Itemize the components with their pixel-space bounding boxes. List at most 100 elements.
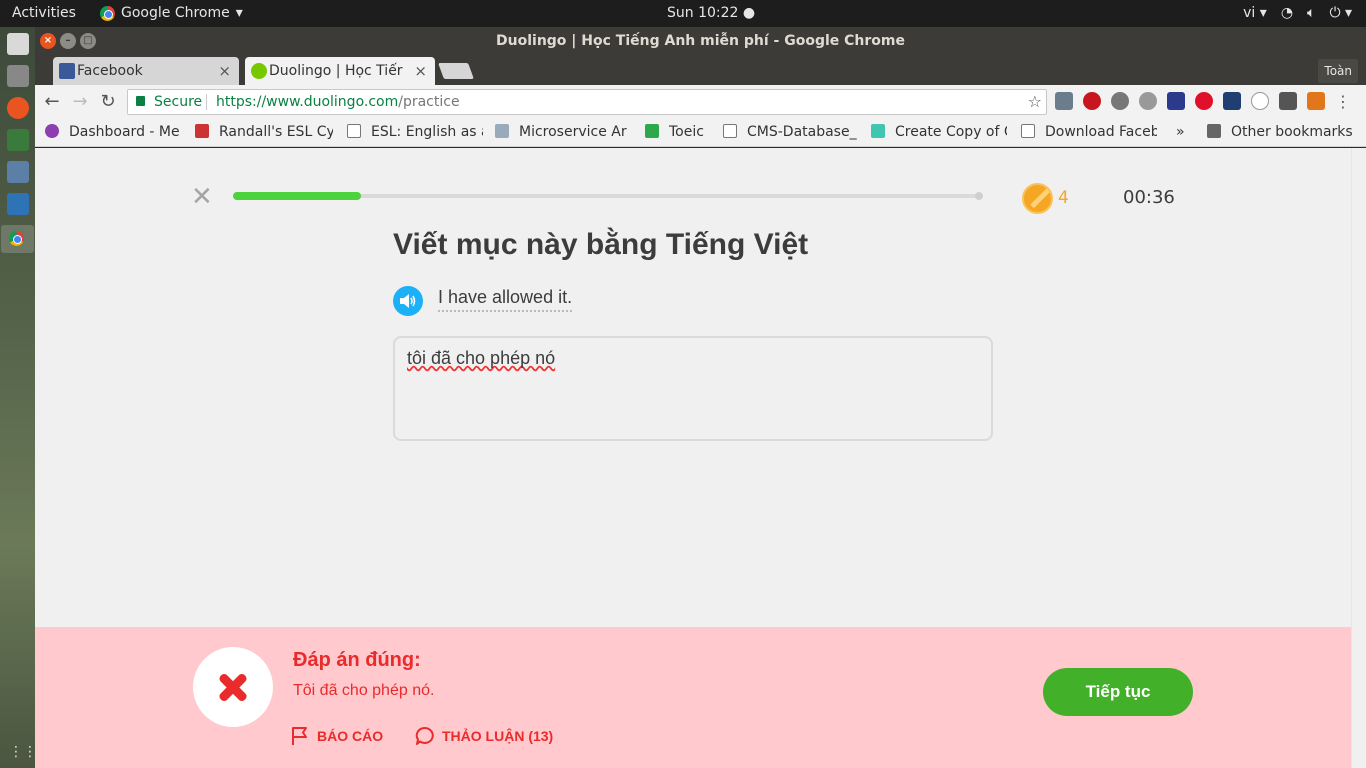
incorrect-x-icon: [193, 647, 273, 727]
terminal-icon[interactable]: [6, 129, 29, 151]
menu-kebab-icon[interactable]: ⋮: [1335, 92, 1351, 111]
feedback-panel: Đáp án đúng: Tôi đã cho phép nó. BÁO CÁO…: [35, 627, 1351, 768]
tab-strip: Facebook × Duolingo | Học Tiếr × Toàn: [35, 55, 1366, 85]
quit-lesson-close-icon[interactable]: ✕: [191, 184, 213, 210]
coin-count: 4: [1058, 188, 1069, 208]
reload-icon[interactable]: ↻: [97, 91, 119, 113]
bookmark-item[interactable]: Download Faceb: [1021, 124, 1157, 140]
duolingo-icon: [251, 63, 267, 79]
profile-button[interactable]: Toàn: [1318, 59, 1358, 83]
browser-toolbar: ← → ↻ Secure https://www.duolingo.com/pr…: [35, 85, 1366, 119]
tab-label: Facebook: [77, 63, 143, 79]
language-indicator[interactable]: vi ▾: [1243, 5, 1267, 21]
tab-duolingo[interactable]: Duolingo | Học Tiếr ×: [245, 57, 435, 85]
app-menu[interactable]: Google Chrome ▾: [100, 5, 243, 21]
continue-button[interactable]: Tiếp tục: [1043, 668, 1193, 716]
close-tab-icon[interactable]: ×: [218, 57, 231, 85]
chrome-dock-icon[interactable]: [1, 225, 34, 253]
j-extension-icon[interactable]: [1223, 92, 1241, 110]
bookmark-item[interactable]: Dashboard - Me: [45, 124, 181, 140]
bookmark-item[interactable]: ESL: English as a: [347, 124, 483, 140]
activities-button[interactable]: Activities: [12, 5, 76, 21]
software-center-icon[interactable]: [6, 97, 29, 119]
bookmark-label: Toeic: [669, 124, 704, 140]
facebook-icon: [59, 63, 75, 79]
extensions-bar: ⋮: [1055, 92, 1351, 111]
maximize-window-button[interactable]: □: [80, 33, 96, 49]
window-controls: × – □: [40, 33, 96, 49]
launcher-dock: ⋮⋮: [0, 27, 37, 768]
bookmark-favicon-icon: [495, 124, 509, 138]
system-tray[interactable]: vi ▾ ◔ 🔈︎ ⏻ ▾: [1243, 5, 1352, 21]
circle-extension-icon[interactable]: [1251, 92, 1269, 110]
cast-extension-icon[interactable]: [1279, 92, 1297, 110]
secure-label: Secure: [154, 94, 203, 110]
lingot-coin-icon: [1022, 183, 1053, 214]
clock-label: Sun 10:22: [667, 5, 739, 21]
adblock-extension-icon[interactable]: [1083, 92, 1101, 110]
d-extension-icon[interactable]: [1167, 92, 1185, 110]
bookmark-label: Create Copy of C: [895, 124, 1007, 140]
other-bookmarks-folder[interactable]: Other bookmarks: [1207, 124, 1353, 140]
volume-icon[interactable]: 🔈︎: [1307, 5, 1315, 21]
eyedropper-extension-icon[interactable]: [1055, 92, 1073, 110]
vscode-icon[interactable]: [6, 193, 29, 215]
red-extension-icon[interactable]: [1195, 92, 1213, 110]
bookmark-item[interactable]: Toeic: [645, 124, 711, 140]
chrome-icon: [100, 5, 115, 21]
bookmark-item[interactable]: Create Copy of C: [871, 124, 1007, 140]
database-icon[interactable]: [6, 161, 29, 183]
prompt-sentence[interactable]: I have allowed it.: [438, 287, 573, 312]
text-editor-icon[interactable]: [6, 33, 29, 55]
clock[interactable]: Sun 10:22 ●: [667, 5, 755, 21]
url-path: /practice: [398, 94, 460, 110]
gear-extension-icon[interactable]: [1139, 92, 1157, 110]
play-audio-button[interactable]: [393, 286, 423, 316]
window-titlebar: × – □ Duolingo | Học Tiếng Anh miễn phí …: [35, 27, 1366, 55]
chrome-icon: [9, 231, 24, 246]
bookmark-favicon-icon: [195, 124, 209, 138]
page-scrollbar[interactable]: [1351, 148, 1366, 768]
bookmark-item[interactable]: CMS-Database_: [723, 124, 859, 140]
folder-icon: [1207, 124, 1221, 138]
close-tab-icon[interactable]: ×: [414, 57, 427, 85]
bookmark-favicon-icon: [45, 124, 59, 138]
answer-textarea[interactable]: tôi đã cho phép nó: [393, 336, 993, 441]
wifi-icon[interactable]: ◔: [1281, 5, 1293, 21]
url-host: https://www.duolingo.com: [216, 94, 399, 110]
instruction-heading: Viết mục này bằng Tiếng Việt: [393, 228, 809, 261]
close-window-button[interactable]: ×: [40, 33, 56, 49]
bookmark-favicon-icon: [645, 124, 659, 138]
bookmark-item[interactable]: Randall's ESL Cy: [195, 124, 333, 140]
discuss-button[interactable]: THẢO LUẬN (13): [414, 726, 553, 746]
answer-text: tôi đã cho phép nó: [407, 348, 556, 368]
address-bar[interactable]: Secure https://www.duolingo.com/practice…: [127, 89, 1047, 115]
settings-extension-icon[interactable]: [1111, 92, 1129, 110]
bookmark-label: ESL: English as a: [371, 124, 483, 140]
bookmark-label: Other bookmarks: [1231, 124, 1353, 140]
progress-fill: [233, 192, 361, 200]
more-bookmarks-button[interactable]: »: [1176, 124, 1185, 140]
chevron-down-icon: ▾: [235, 5, 243, 21]
bookmark-item[interactable]: Microservice Ar: [495, 124, 631, 140]
tab-facebook[interactable]: Facebook ×: [53, 57, 239, 85]
bookmark-label: CMS-Database_: [747, 124, 857, 140]
app-grid-icon[interactable]: ⋮⋮: [9, 744, 37, 760]
report-button[interactable]: BÁO CÁO: [291, 726, 383, 746]
bookmark-star-icon[interactable]: ☆: [1028, 90, 1042, 114]
bookmark-label: Download Faceb: [1045, 124, 1157, 140]
language-label: vi: [1243, 5, 1256, 21]
minimize-window-button[interactable]: –: [60, 33, 76, 49]
back-arrow-icon[interactable]: ←: [41, 91, 63, 113]
speaker-icon: [400, 294, 416, 308]
power-icon[interactable]: ⏻ ▾: [1329, 5, 1352, 21]
bookmarks-bar: Dashboard - Me Randall's ESL Cy ESL: Eng…: [35, 119, 1366, 147]
tab-label: Duolingo | Học Tiếr: [269, 63, 403, 79]
forward-arrow-icon[interactable]: →: [69, 91, 91, 113]
metamask-extension-icon[interactable]: [1307, 92, 1325, 110]
files-icon[interactable]: [6, 65, 29, 87]
bookmark-label: Dashboard - Me: [69, 124, 180, 140]
new-tab-button[interactable]: [438, 63, 474, 79]
page-icon: [347, 124, 361, 138]
app-menu-label: Google Chrome: [121, 5, 230, 21]
